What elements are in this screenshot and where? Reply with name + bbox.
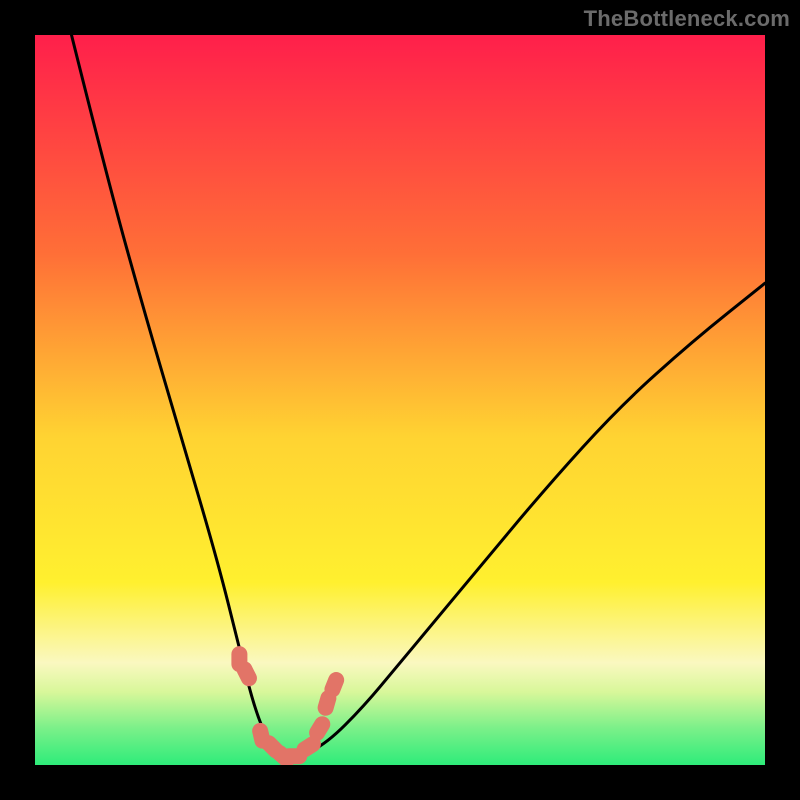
watermark-text: TheBottleneck.com — [584, 6, 790, 32]
bottleneck-curve — [72, 35, 766, 758]
marker-group — [231, 646, 346, 765]
chart-frame — [35, 35, 765, 765]
chart-svg — [35, 35, 765, 765]
